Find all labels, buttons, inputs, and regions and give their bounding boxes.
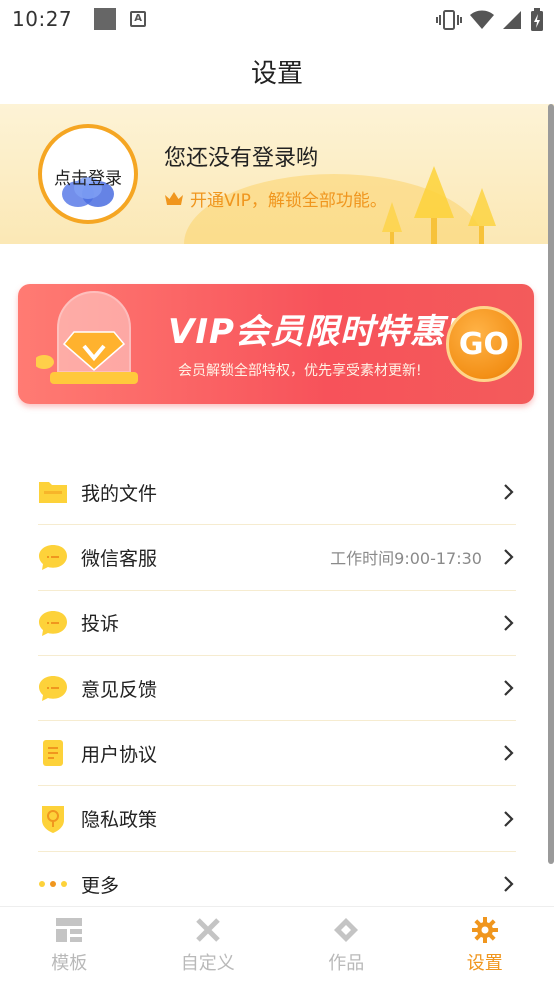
crown-icon — [165, 191, 183, 205]
status-time: 10:27 — [12, 7, 73, 31]
menu-item-privacy-policy[interactable]: 隐私政策 — [38, 786, 516, 852]
menu-item-label: 我的文件 — [81, 482, 158, 505]
menu-item-complaint[interactable]: 投诉 — [38, 591, 516, 656]
menu-item-label: 用户协议 — [81, 743, 158, 766]
menu-item-my-files[interactable]: 我的文件 — [38, 460, 516, 526]
status-icons — [436, 8, 544, 32]
chevron-right-icon — [504, 614, 514, 631]
tab-label: 作品 — [328, 952, 365, 974]
scrollbar-thumb[interactable] — [548, 104, 554, 864]
menu-item-label: 意见反馈 — [81, 678, 158, 701]
tab-custom[interactable]: 自定义 — [139, 907, 278, 984]
lightbulb-shield-icon — [38, 804, 68, 834]
chevron-right-icon — [504, 810, 514, 827]
battery-icon — [531, 8, 543, 31]
chevron-right-icon — [504, 484, 514, 500]
tab-settings[interactable]: 设置 — [416, 907, 554, 984]
signal-icon — [503, 11, 521, 29]
gear-icon — [471, 916, 498, 943]
tab-label: 模板 — [51, 952, 88, 974]
menu-item-feedback[interactable]: 意见反馈 — [38, 656, 516, 722]
chat-bubble-icon — [38, 608, 68, 638]
chat-bubble-icon — [38, 542, 68, 572]
notification-a-icon: A — [130, 11, 147, 27]
menu-item-wechat-service[interactable]: 微信客服 工作时间9:00-17:30 — [38, 525, 516, 591]
tools-icon — [195, 917, 220, 942]
chevron-right-icon — [504, 680, 514, 696]
chat-bubble-icon — [38, 673, 68, 703]
vip-tip-text: 开通VIP，解锁全部功能。 — [190, 191, 387, 211]
menu-item-label: 投诉 — [81, 613, 120, 636]
vibrate-icon — [436, 10, 462, 30]
wifi-icon — [470, 10, 494, 29]
folder-icon — [38, 477, 68, 507]
go-label: GO — [458, 326, 510, 362]
document-icon — [38, 738, 68, 768]
tab-works[interactable]: 作品 — [277, 907, 416, 984]
banner-subtitle: 会员解锁全部特权，优先享受素材更新! — [178, 363, 422, 379]
profile-header: 点击登录 您还没有登录哟 开通VIP，解锁全部功能。 — [0, 104, 554, 244]
template-grid-icon — [56, 917, 83, 942]
works-diamond-icon — [334, 917, 359, 942]
menu-item-label: 更多 — [81, 874, 120, 897]
avatar-login-label: 点击登录 — [54, 169, 122, 189]
more-dots-icon — [38, 869, 68, 899]
tree-decoration-icon — [382, 166, 496, 244]
menu-item-label: 隐私政策 — [81, 809, 158, 832]
avatar-login-button[interactable]: 点击登录 — [38, 124, 138, 224]
chevron-right-icon — [504, 549, 514, 566]
menu-item-label: 微信客服 — [81, 547, 158, 570]
notification-square-icon — [94, 8, 117, 30]
vip-tip[interactable]: 开通VIP，解锁全部功能。 — [164, 186, 387, 211]
banner-title: VIP会员限时特惠! — [168, 312, 462, 352]
menu-item-user-agreement[interactable]: 用户协议 — [38, 721, 516, 787]
page-title: 设置 — [250, 58, 303, 89]
settings-menu: 我的文件 微信客服 工作时间9:00-17:30 投诉 意见反馈 用户协议 隐私… — [38, 460, 516, 917]
work-hours-note: 工作时间9:00-17:30 — [330, 549, 482, 569]
chevron-right-icon — [504, 876, 514, 893]
status-bar: 10:27 A — [0, 0, 554, 38]
diamond-dome-icon — [36, 291, 138, 384]
tab-templates[interactable]: 模板 — [0, 907, 139, 984]
go-button[interactable]: GO — [446, 306, 522, 382]
title-bar: 设置 — [0, 38, 554, 104]
vip-promo-banner[interactable]: VIP会员限时特惠! 会员解锁全部特权，优先享受素材更新! GO — [18, 284, 534, 404]
bottom-tab-bar: 模板 自定义 作品 设置 — [0, 906, 554, 984]
chevron-right-icon — [504, 745, 514, 762]
tab-label: 设置 — [466, 952, 503, 974]
tab-label: 自定义 — [180, 952, 235, 974]
login-prompt[interactable]: 您还没有登录哟 — [164, 140, 318, 172]
